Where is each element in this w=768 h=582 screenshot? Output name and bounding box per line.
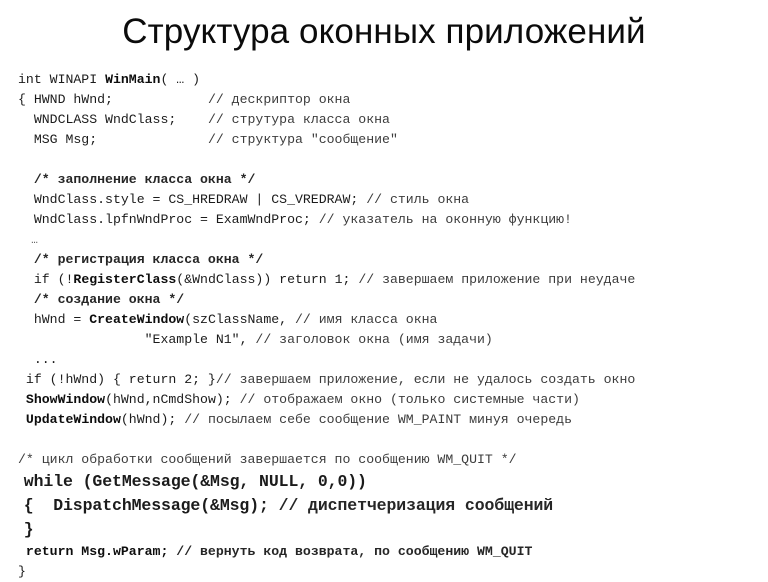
code-line: if (!hWnd) { return 2; }// завершаем при… [0,370,768,390]
code-token-plain: { DispatchMessage(&Msg); [14,496,279,515]
code-token-kw: RegisterClass [73,272,177,287]
code-token-cmt: // указатель на оконную функцию! [318,212,572,227]
code-token-plain: } [18,564,26,579]
code-line: MSG Msg; // структура "сообщение" [0,130,768,150]
code-token-kw: ShowWindow [25,392,106,407]
code-token-cmt-b: /* заполнение класса окна */ [33,172,256,187]
code-token-cmt: // заголовок окна (имя задачи) [255,332,493,347]
code-token-plain: if (! [18,272,74,287]
code-line: WndClass.style = CS_HREDRAW | CS_VREDRAW… [0,190,768,210]
code-token-cmt: // структура "сообщение" [207,132,398,147]
slide-canvas: Структура оконных приложений int WINAPI … [0,0,768,579]
code-token-kw: return Msg.wParam; [18,544,177,559]
code-token-cmt-b: /* регистрация класса окна */ [33,252,264,267]
code-line: "Example N1", // заголовок окна (имя зад… [0,330,768,350]
code-token-plain: (hWnd); [120,412,185,427]
code-token-kw: WinMain [105,72,161,87]
code-line: } [0,518,768,542]
code-token-cmt-b: // вернуть код возврата, по сообщению WM… [176,544,533,559]
code-token-plain: WNDCLASS WndClass; [18,112,208,127]
code-line: { DispatchMessage(&Msg); // диспетчериза… [0,494,768,518]
code-token-plain: WndClass.lpfnWndProc = ExamWndProc; [18,212,319,227]
code-line: while (GetMessage(&Msg, NULL, 0,0)) [0,470,768,494]
code-token-kw: UpdateWindow [25,412,121,427]
code-token-cmt: // имя класса окна [295,312,438,327]
code-token-cmt: // завершаем приложение при неудаче [358,272,636,287]
code-token-cmt: // дескриптор окна [207,92,351,107]
code-token-dots: … [18,235,38,247]
code-line: ... [0,350,768,370]
code-line: UpdateWindow(hWnd); // посылаем себе соо… [0,410,768,430]
code-token-plain: hWnd = [18,312,90,327]
code-token-plain: ... [18,352,58,367]
code-token-cmt: // отображаем окно (только системные час… [239,392,580,407]
code-token-cmt: // струтура класса окна [207,112,390,127]
code-token-plain: } [14,520,34,539]
code-token-plain: (hWnd,nCmdShow); [105,392,240,407]
code-token-cmt: // посылаем себе сообщение WM_PAINT мину… [184,412,572,427]
code-token-cmt: /* цикл обработки сообщений завершается … [18,452,517,467]
code-token-plain: int WINAPI [18,72,106,87]
code-token-plain: MSG Msg; [18,132,208,147]
code-line [0,430,768,450]
code-line: WndClass.lpfnWndProc = ExamWndProc; // у… [0,210,768,230]
code-token-cmt-b: // диспетчеризация сообщений [278,496,554,515]
code-line: WNDCLASS WndClass; // струтура класса ок… [0,110,768,130]
code-token-cmt-b: /* создание окна */ [33,292,185,307]
code-line: /* цикл обработки сообщений завершается … [0,450,768,470]
code-line: if (!RegisterClass(&WndClass)) return 1;… [0,270,768,290]
code-line: … [0,230,768,250]
code-token-plain: (szClassName, [184,312,295,327]
code-line: /* заполнение класса окна */ [0,170,768,190]
code-line: ShowWindow(hWnd,nCmdShow); // отображаем… [0,390,768,410]
code-token-plain: (&WndClass)) return 1; [176,272,359,287]
code-line: /* регистрация класса окна */ [0,250,768,270]
code-line [0,150,768,170]
code-token-cmt: // завершаем приложение, если не удалось… [215,372,636,387]
code-line: { HWND hWnd; // дескриптор окна [0,90,768,110]
code-line: int WINAPI WinMain( … ) [0,70,768,90]
code-line: } [0,562,768,582]
page-title: Структура оконных приложений [122,12,646,51]
code-line: /* создание окна */ [0,290,768,310]
code-token-plain: ( … ) [160,72,201,87]
code-line: return Msg.wParam; // вернуть код возвра… [0,542,768,562]
code-token-kw: CreateWindow [89,312,185,327]
code-token-plain: if (!hWnd) { return 2; } [18,372,216,387]
code-token-cmt: // стиль окна [366,192,470,207]
code-line: hWnd = CreateWindow(szClassName, // имя … [0,310,768,330]
code-token-plain: { HWND hWnd; [18,92,208,107]
code-token-plain: while (GetMessage(&Msg, NULL, 0,0)) [14,472,367,491]
code-token-plain: WndClass.style = CS_HREDRAW | CS_VREDRAW… [18,192,367,207]
code-token-plain: "Example N1", [18,332,256,347]
code-listing: int WINAPI WinMain( … ){ HWND hWnd; // д… [0,70,768,582]
